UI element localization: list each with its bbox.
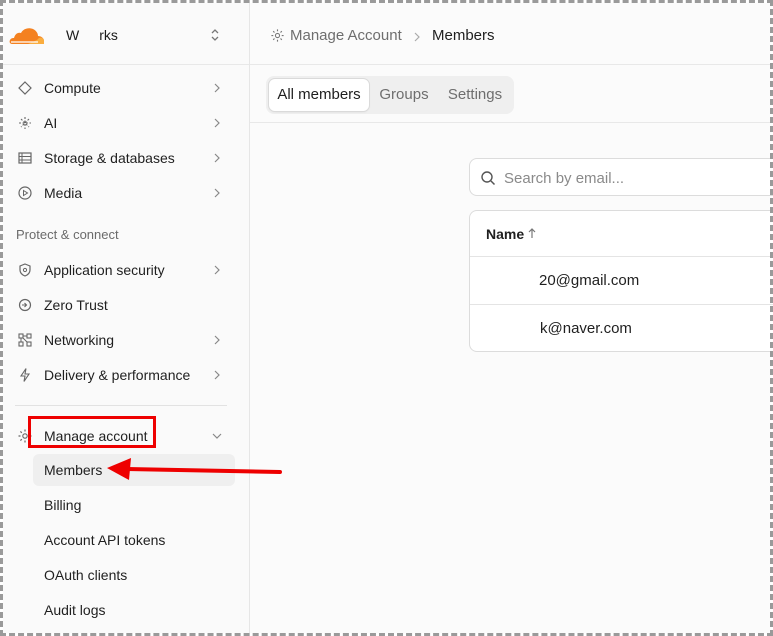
table-row[interactable]: 20@gmail.com <box>470 257 773 305</box>
sidebar-item-label: Storage & databases <box>44 150 175 166</box>
sidebar-subitem-api-tokens[interactable]: Account API tokens <box>33 524 235 556</box>
sidebar-subitem-label: Audit logs <box>44 602 106 618</box>
chevron-down-icon <box>212 433 222 439</box>
sidebar-item-label: Zero Trust <box>44 297 108 313</box>
sidebar-item-media[interactable]: Media <box>13 178 235 208</box>
members-table: Name 20@gmail.com k@naver.com <box>469 210 773 352</box>
account-switcher[interactable]: Wrks <box>3 3 249 65</box>
annotation-highlight-box <box>28 416 156 448</box>
play-circle-icon <box>18 186 32 200</box>
sidebar-item-ai[interactable]: AI <box>13 108 235 138</box>
sidebar-item-application-security[interactable]: Application security <box>13 255 235 285</box>
account-name: Wrks <box>66 27 118 43</box>
sidebar-subitem-oauth-clients[interactable]: OAuth clients <box>33 559 235 591</box>
search-icon <box>481 171 496 186</box>
account-name-end: rks <box>99 27 118 43</box>
chevron-right-icon <box>214 370 220 380</box>
gear-icon <box>271 29 284 42</box>
network-icon <box>18 333 32 347</box>
account-name-start: W <box>66 27 80 43</box>
chevron-up-down-icon[interactable] <box>209 27 221 43</box>
chevron-right-icon <box>214 118 220 128</box>
sidebar-divider <box>15 405 227 406</box>
tab-groups[interactable]: Groups <box>369 79 439 111</box>
tabs-group: All members Groups Settings <box>266 76 514 114</box>
table-header: Name <box>470 211 773 257</box>
breadcrumb: Manage Account Members <box>250 3 770 65</box>
sidebar-item-label: Application security <box>44 262 165 278</box>
sidebar-subitem-audit-logs[interactable]: Audit logs <box>33 594 235 626</box>
database-icon <box>18 152 32 164</box>
sidebar-subitem-label: OAuth clients <box>44 567 128 583</box>
member-email: 20@gmail.com <box>539 272 640 289</box>
chevron-right-icon <box>214 335 220 345</box>
lightning-icon <box>19 368 31 382</box>
sidebar-subitem-label: Account API tokens <box>44 532 166 548</box>
sidebar-item-label: Compute <box>44 80 101 96</box>
shield-icon <box>19 263 31 277</box>
tab-bar: All members Groups Settings <box>250 65 770 123</box>
search-input[interactable] <box>504 167 764 189</box>
member-email: k@naver.com <box>540 320 632 337</box>
sidebar-item-label: Networking <box>44 332 115 348</box>
zero-trust-icon <box>18 298 32 312</box>
sidebar: Wrks Compute AI Storage & databases Medi… <box>3 3 250 633</box>
sparkle-icon <box>19 117 31 129</box>
table-row[interactable]: k@naver.com <box>470 305 773 351</box>
code-diamond-icon <box>18 81 32 95</box>
chevron-right-icon <box>214 265 220 275</box>
breadcrumb-current: Members <box>432 27 495 44</box>
annotation-arrow-icon <box>107 458 282 480</box>
sidebar-item-storage[interactable]: Storage & databases <box>13 143 235 173</box>
chevron-right-icon <box>214 188 220 198</box>
sidebar-subitem-billing[interactable]: Billing <box>33 489 235 521</box>
sidebar-item-compute[interactable]: Compute <box>13 73 235 103</box>
section-label: Protect & connect <box>16 227 119 242</box>
sidebar-item-label: Delivery & performance <box>44 367 191 383</box>
column-header-name[interactable]: Name <box>486 226 524 242</box>
chevron-right-icon <box>414 32 420 42</box>
sort-ascending-icon[interactable] <box>527 227 537 239</box>
sidebar-item-delivery-performance[interactable]: Delivery & performance <box>13 360 235 390</box>
sidebar-item-label: Media <box>44 185 83 201</box>
sidebar-item-zero-trust[interactable]: Zero Trust <box>13 290 235 320</box>
cloudflare-logo-icon <box>9 28 44 44</box>
tab-settings[interactable]: Settings <box>439 79 511 111</box>
main-content: Manage Account Members All members Group… <box>250 3 773 633</box>
sidebar-item-networking[interactable]: Networking <box>13 325 235 355</box>
sidebar-subitem-label: Members <box>44 462 103 478</box>
chevron-right-icon <box>214 83 220 93</box>
search-box <box>469 158 773 196</box>
tab-all-members[interactable]: All members <box>269 79 369 111</box>
chevron-right-icon <box>214 153 220 163</box>
sidebar-subitem-label: Billing <box>44 497 82 513</box>
breadcrumb-parent-link[interactable]: Manage Account <box>290 27 402 44</box>
sidebar-item-label: AI <box>44 115 58 131</box>
